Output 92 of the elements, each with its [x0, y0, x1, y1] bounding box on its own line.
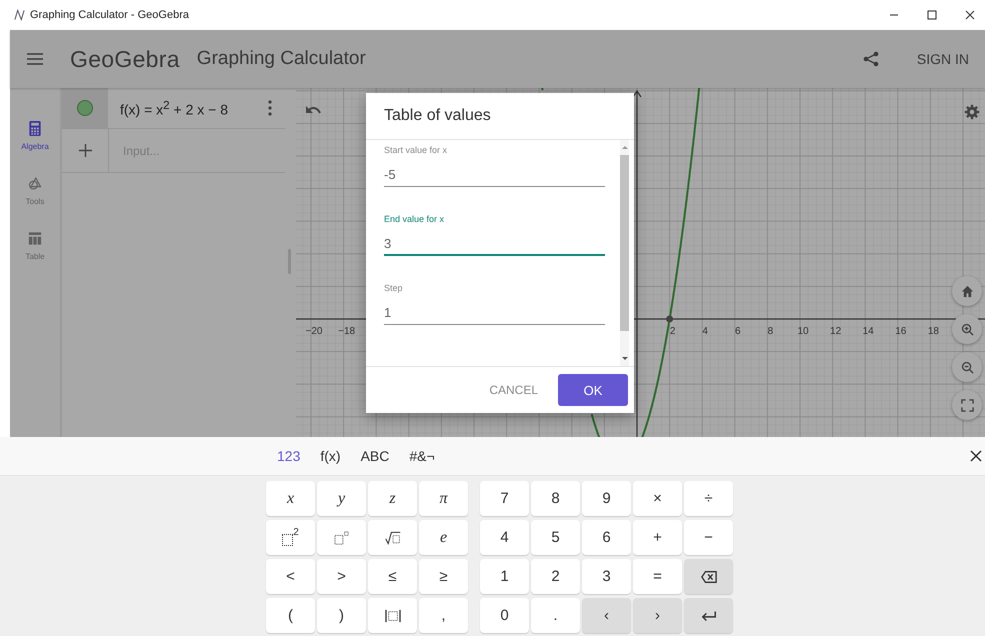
- input-field[interactable]: End value for x 3: [384, 214, 605, 256]
- key[interactable]: 0: [480, 598, 529, 633]
- table-icon: [28, 230, 42, 247]
- input-field[interactable]: Step 1: [384, 283, 605, 325]
- axis-label: −20: [306, 326, 322, 337]
- app-title: Graphing Calculator: [196, 48, 366, 70]
- enter-icon: [700, 608, 716, 622]
- key[interactable]: 2: [531, 559, 580, 594]
- axis-label: 12: [830, 326, 842, 337]
- window-title: Graphing Calculator - GeoGebra: [30, 9, 189, 21]
- dialog-title: Table of values: [366, 93, 634, 140]
- variable-key[interactable]: e: [419, 520, 468, 555]
- scrollbar[interactable]: [620, 140, 629, 366]
- rail-tab[interactable]: Algebra: [19, 118, 51, 153]
- absolute-value-key[interactable]: [368, 598, 417, 633]
- enter-key[interactable]: [684, 598, 733, 633]
- calculator-icon: [28, 120, 42, 137]
- axis-label: 10: [797, 326, 809, 337]
- backspace-key[interactable]: [684, 559, 733, 594]
- curve-line: [541, 88, 544, 90]
- formula[interactable]: f(x) = x$^{2}$ + 2 x − 8: [120, 98, 268, 118]
- keyboard-tab[interactable]: f(x): [311, 444, 350, 468]
- home-button[interactable]: [952, 276, 982, 306]
- square-key[interactable]: 2: [266, 520, 315, 555]
- app-icon: [14, 9, 25, 21]
- key[interactable]: 4: [480, 520, 529, 555]
- key[interactable]: 1: [480, 559, 529, 594]
- ok-button[interactable]: OK: [558, 374, 628, 406]
- key[interactable]: 6: [582, 520, 631, 555]
- axis-label: 8: [768, 326, 774, 337]
- square-root-key[interactable]: [368, 520, 417, 555]
- more-icon[interactable]: [268, 100, 272, 116]
- key[interactable]: ÷: [684, 481, 733, 516]
- key[interactable]: ): [317, 598, 366, 633]
- axis-label: 16: [895, 326, 906, 337]
- variable-key[interactable]: y: [317, 481, 366, 516]
- fullscreen-button[interactable]: [952, 390, 982, 420]
- plus-icon[interactable]: [78, 144, 92, 157]
- key[interactable]: 3: [582, 559, 631, 594]
- key[interactable]: (: [266, 598, 315, 633]
- key[interactable]: ,: [419, 598, 468, 633]
- root-point[interactable]: [666, 316, 674, 322]
- backspace-icon: [700, 570, 716, 584]
- key[interactable]: =: [633, 559, 682, 594]
- key[interactable]: 5: [531, 520, 580, 555]
- settings-icon[interactable]: [964, 104, 980, 120]
- share-icon[interactable]: [862, 51, 879, 67]
- key[interactable]: ≤: [368, 559, 417, 594]
- input-field[interactable]: Start value for x -5: [384, 145, 605, 187]
- absolute-value-icon: [384, 608, 400, 622]
- zoom-out-button[interactable]: [952, 352, 982, 382]
- fullscreen-icon: [960, 398, 974, 412]
- visibility-toggle[interactable]: [77, 100, 93, 116]
- key[interactable]: ≥: [419, 559, 468, 594]
- key[interactable]: ×: [633, 481, 682, 516]
- logo: GeoGebra: [70, 46, 180, 72]
- axis-label: 14: [862, 326, 874, 337]
- key[interactable]: 8: [531, 481, 580, 516]
- undo-icon[interactable]: [305, 104, 321, 116]
- zoom-in-icon: [960, 322, 974, 336]
- keyboard-tab[interactable]: #&¬: [400, 444, 444, 468]
- curve-line: [590, 414, 602, 437]
- key[interactable]: <: [266, 559, 315, 594]
- axis-label: −18: [338, 326, 356, 337]
- key[interactable]: .: [531, 598, 580, 633]
- power-icon: [334, 530, 350, 544]
- variable-key[interactable]: z: [368, 481, 417, 516]
- key[interactable]: 7: [480, 481, 529, 516]
- home-icon: [960, 284, 974, 298]
- close-icon[interactable]: [970, 450, 982, 462]
- key[interactable]: −: [684, 520, 733, 555]
- key[interactable]: +: [633, 520, 682, 555]
- sign-in-button[interactable]: SIGN IN: [906, 45, 979, 73]
- axis-label: 4: [702, 326, 708, 337]
- triangle-circle-icon: [28, 175, 42, 192]
- close-icon[interactable]: [965, 10, 975, 20]
- square-root-icon: [384, 530, 400, 544]
- maximize-icon[interactable]: [927, 10, 937, 20]
- zoom-out-icon: [960, 360, 974, 374]
- arrow-key[interactable]: ‹: [582, 598, 631, 633]
- arrow-key[interactable]: ›: [633, 598, 682, 633]
- axis-label: 18: [928, 326, 939, 337]
- key[interactable]: 9: [582, 481, 631, 516]
- zoom-in-button[interactable]: [952, 314, 982, 344]
- menu-icon[interactable]: [27, 53, 43, 65]
- keyboard-tab[interactable]: ABC: [352, 444, 398, 468]
- axis-label: 2: [670, 326, 676, 337]
- variable-key[interactable]: x: [266, 481, 315, 516]
- key[interactable]: >: [317, 559, 366, 594]
- keyboard-tab[interactable]: 123: [268, 444, 310, 468]
- variable-key[interactable]: π: [419, 481, 468, 516]
- axis-label: 6: [735, 326, 741, 337]
